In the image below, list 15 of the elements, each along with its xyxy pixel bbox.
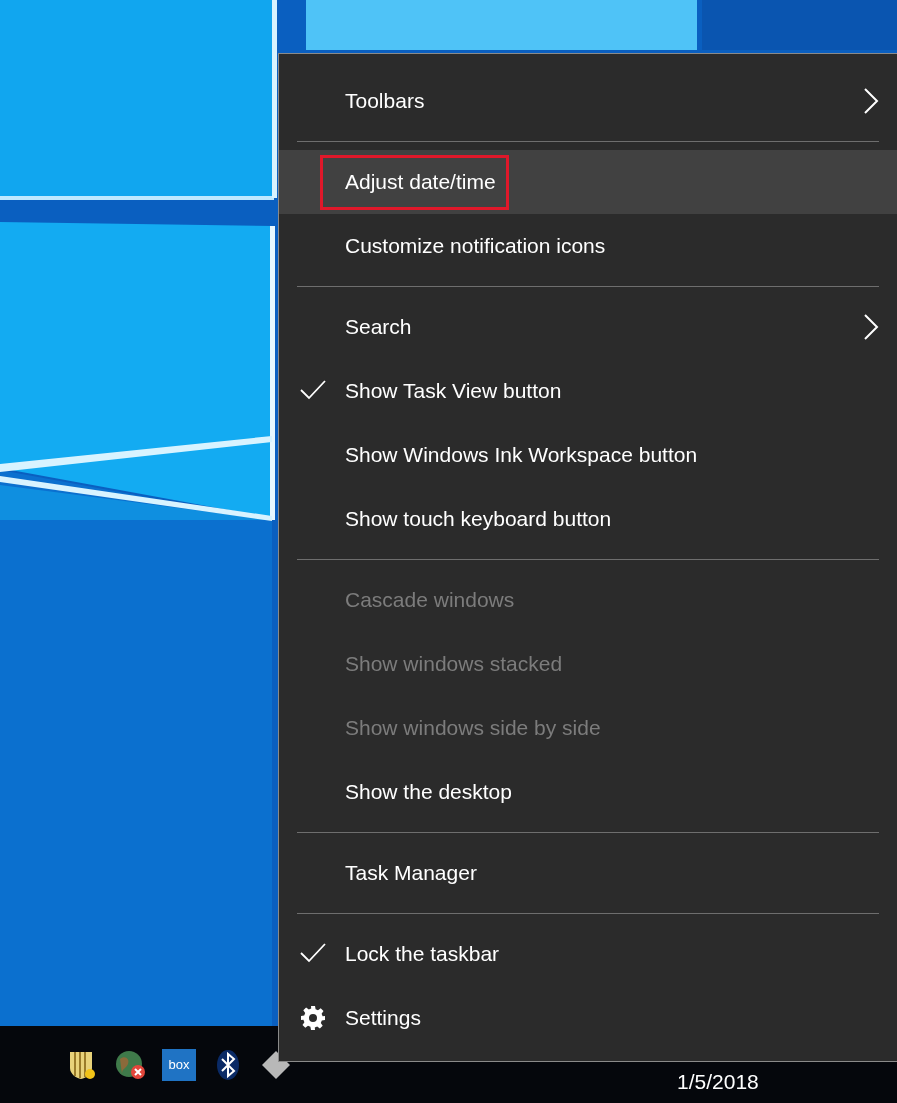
- settings-icon: [301, 1006, 325, 1030]
- menu-item[interactable]: Task Manager: [279, 841, 897, 905]
- menu-item[interactable]: Show the desktop: [279, 760, 897, 824]
- menu-item[interactable]: Lock the taskbar: [279, 922, 897, 986]
- menu-item[interactable]: Search: [279, 295, 897, 359]
- menu-item[interactable]: Toolbars: [279, 69, 897, 133]
- menu-item[interactable]: Show touch keyboard button: [279, 487, 897, 551]
- date-text[interactable]: 1/5/2018: [677, 1070, 759, 1094]
- menu-item[interactable]: Customize notification icons: [279, 214, 897, 278]
- menu-item[interactable]: Settings: [279, 986, 897, 1050]
- menu-item[interactable]: Adjust date/time: [279, 150, 897, 214]
- box-app-icon[interactable]: box: [162, 1048, 196, 1081]
- globe-error-icon[interactable]: [114, 1048, 146, 1081]
- menu-item[interactable]: Show Task View button: [279, 359, 897, 423]
- menu-item[interactable]: Show Windows Ink Workspace button: [279, 423, 897, 487]
